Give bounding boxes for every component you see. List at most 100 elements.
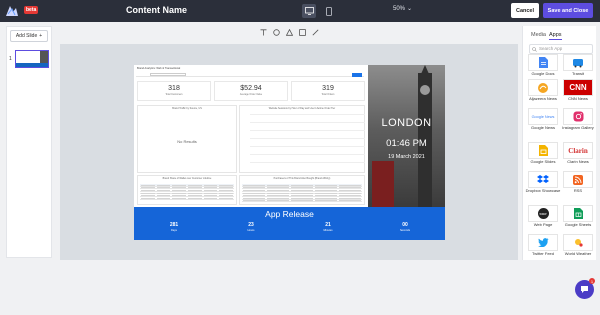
countdown-label: Days [171, 229, 177, 232]
share-of-wallet-panel: Brand Share of Wallet over Customer Life… [137, 175, 237, 205]
app-tile-clarin[interactable]: Clarin Clarin News [562, 142, 594, 168]
world-clock-widget[interactable]: LONDON 01:46 PM 19 March 2021 [368, 65, 445, 207]
slide-number: 1 [9, 56, 12, 62]
app-tile-world-weather[interactable]: World Weather [562, 234, 594, 260]
add-slide-label: Add Slide [15, 33, 38, 39]
kpi-value: 319 [322, 85, 334, 92]
dropbox-icon [528, 171, 558, 188]
app-name: Dropbox Showcase [525, 188, 561, 193]
app-tile-instagram[interactable]: Instagram Gallery [562, 108, 594, 134]
countdown-widget[interactable]: App Release 281 Days 23 Hours 21 Minutes… [134, 207, 445, 240]
clarin-icon: Clarin [563, 142, 593, 159]
app-tile-dropbox[interactable]: Dropbox Showcase [525, 171, 561, 197]
mobile-icon [326, 6, 332, 16]
app-root: beta Content Name 50% ⌄ Cancel Save and … [0, 0, 600, 315]
line-tool-icon[interactable] [310, 27, 320, 37]
traffic-source-panel: Brand Traffic by Source, US No Results [137, 105, 237, 173]
chart-gridlines [250, 114, 365, 166]
add-slide-button[interactable]: Add Slide + [10, 30, 48, 42]
tab-apps[interactable]: Apps [549, 32, 562, 40]
countdown-days: 281 Days [159, 222, 189, 232]
chat-icon [581, 286, 588, 293]
www-icon: www [528, 205, 558, 222]
countdown-value: 281 [169, 222, 179, 228]
mobile-preview-button[interactable] [322, 4, 336, 18]
kpi-card: 318 Total Customers [137, 81, 211, 101]
analytics-dashboard-widget[interactable]: Brand Analytics: Web & Transactional 318… [134, 65, 368, 207]
slides-panel: Add Slide + 1 [6, 26, 52, 258]
cancel-button[interactable]: Cancel [511, 3, 539, 18]
app-name: RSS [573, 188, 583, 193]
countdown-value: 21 [325, 222, 331, 228]
app-logo-icon[interactable] [4, 3, 20, 19]
kpi-card: $52.94 Average Order Value [214, 81, 288, 101]
google-docs-icon [528, 54, 558, 71]
kpi-label: Total Orders [321, 93, 335, 96]
data-table [242, 184, 362, 203]
panel-title: Website Sessions by Hour of Day and User… [268, 107, 336, 110]
app-tile-rss[interactable]: RSS [562, 171, 594, 197]
search-input[interactable]: Search App [529, 44, 593, 54]
countdown-hours: 23 Hours [236, 222, 266, 232]
app-tile-twitter[interactable]: Twitter Feed [527, 234, 559, 260]
triangle-tool-icon[interactable] [284, 27, 294, 37]
app-tile-google-news[interactable]: Google News Google News [527, 108, 559, 134]
canvas-area[interactable]: Brand Analytics: Web & Transactional 318… [60, 44, 518, 260]
data-table [140, 184, 234, 200]
aljazeera-icon [528, 79, 558, 96]
app-tile-aljazeera[interactable]: Aljazeera News [527, 79, 559, 105]
phone-booth [372, 161, 394, 207]
google-slides-icon [528, 142, 558, 159]
chat-notification-badge: 1 [589, 278, 595, 284]
app-tile-google-slides[interactable]: Google Slides [527, 142, 559, 168]
save-and-close-button[interactable]: Save and Close [543, 3, 593, 18]
dashboard-title: Brand Analytics: Web & Transactional [137, 67, 181, 70]
slide-canvas[interactable]: Brand Analytics: Web & Transactional 318… [134, 65, 445, 240]
app-name: Google Docs [531, 71, 555, 76]
rss-icon [563, 171, 593, 188]
brand-affinity-panel: Purchasers of This Brand Also Bought (Br… [239, 175, 365, 205]
app-name: Aljazeera News [529, 96, 557, 101]
app-name: Google Slides [530, 159, 556, 164]
search-placeholder: Search App [539, 46, 563, 51]
content-name-title[interactable]: Content Name [126, 5, 187, 15]
circle-tool-icon[interactable] [271, 27, 281, 37]
app-tile-google-sheets[interactable]: Google Sheets [562, 205, 594, 231]
panel-title: Brand Traffic by Source, US [172, 107, 202, 110]
app-name: Google News [530, 125, 555, 130]
kpi-value: $52.94 [240, 85, 262, 92]
plus-icon: + [39, 33, 43, 39]
app-name: Clarin News [567, 159, 589, 164]
countdown-label: Seconds [399, 229, 411, 232]
app-name: Instagram Gallery [562, 125, 594, 130]
chevron-down-icon[interactable]: ⌄ [407, 5, 412, 12]
countdown-title: App Release [265, 209, 314, 219]
app-name: Transit [571, 71, 585, 76]
panel-title: Purchasers of This Brand Also Bought (Br… [273, 177, 331, 180]
top-bar: beta Content Name 50% ⌄ Cancel Save and … [0, 0, 600, 22]
kpi-value: 318 [168, 85, 180, 92]
desktop-preview-button[interactable] [302, 4, 316, 18]
cnn-icon: CNN [563, 79, 593, 96]
app-tile-web-page[interactable]: www Web Page [527, 205, 559, 231]
dashboard-filter [150, 73, 186, 76]
slide-thumbnail[interactable] [15, 50, 49, 68]
app-name: Web Page [533, 222, 553, 227]
countdown-value: 23 [248, 222, 254, 228]
countdown-label: Hours [247, 229, 255, 232]
app-tile-cnn[interactable]: CNN CNN News [562, 79, 594, 105]
kpi-label: Total Customers [165, 93, 183, 96]
app-tile-transit[interactable]: Transit [562, 54, 594, 80]
apps-panel: Media Apps Search App Google Docs Transi… [522, 26, 596, 260]
instagram-icon [563, 108, 593, 125]
twitter-icon [528, 234, 558, 251]
countdown-value: 00 [402, 222, 408, 228]
app-name: Twitter Feed [531, 251, 554, 256]
zoom-select[interactable]: 50% [393, 6, 405, 12]
text-tool-icon[interactable] [258, 27, 268, 37]
clock-city: LONDON [381, 117, 432, 129]
countdown-seconds: 00 Seconds [390, 222, 420, 232]
app-tile-google-docs[interactable]: Google Docs [527, 54, 559, 80]
square-tool-icon[interactable] [297, 27, 307, 37]
tab-media[interactable]: Media [531, 32, 546, 38]
